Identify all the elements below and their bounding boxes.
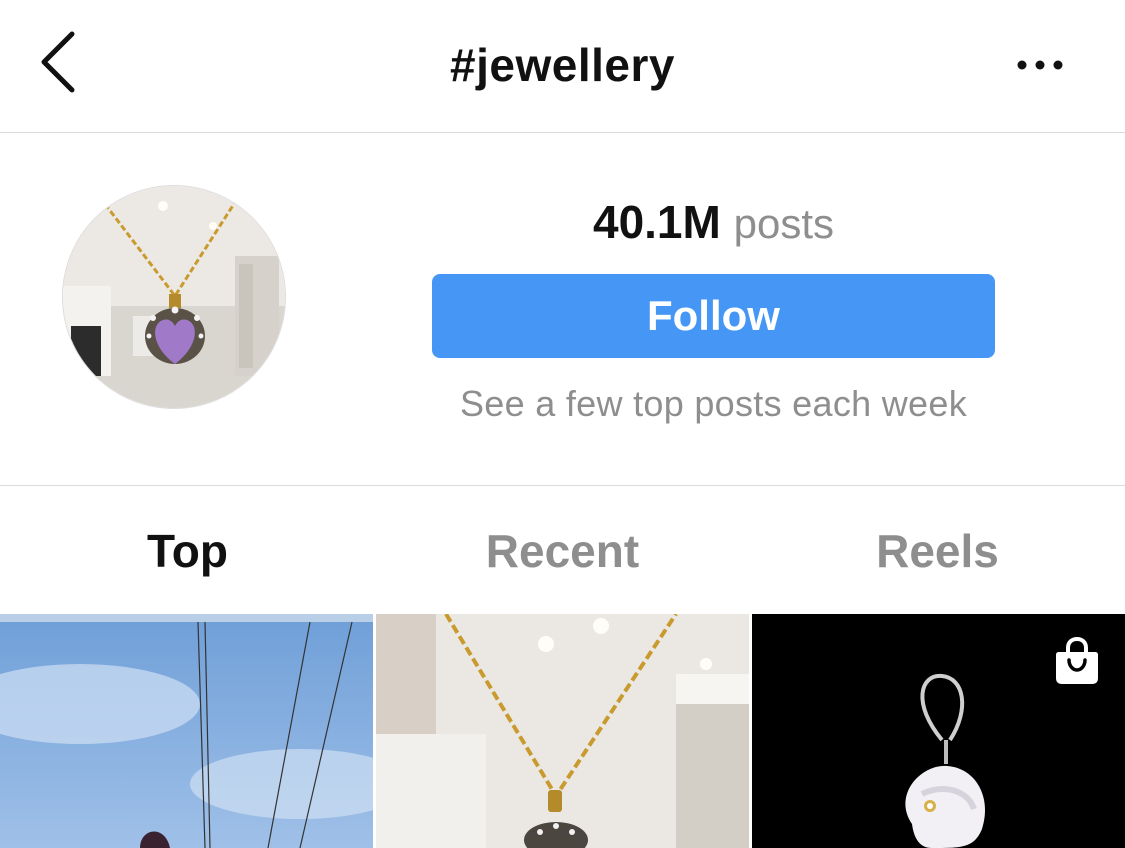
tab-top[interactable]: Top — [0, 524, 375, 578]
post-count: 40.1M — [592, 196, 721, 248]
shopping-bag-icon — [1056, 636, 1098, 684]
follow-description: See a few top posts each week — [459, 383, 967, 424]
post-count-line: 40.1M posts — [432, 195, 995, 249]
post-tile-necklace[interactable] — [376, 614, 749, 848]
post-grid — [0, 614, 1125, 848]
post-count-unit: posts — [733, 200, 835, 247]
more-horizontal-icon — [1017, 60, 1063, 70]
tab-reels[interactable]: Reels — [750, 524, 1125, 578]
page-title: #jewellery — [450, 39, 675, 91]
content-tabs: Top Recent Reels — [0, 486, 1125, 614]
necklace-image — [63, 186, 285, 408]
more-options-button[interactable] — [1005, 45, 1075, 85]
tab-recent[interactable]: Recent — [375, 524, 750, 578]
necklace-photo — [376, 614, 749, 848]
sky-photo — [0, 614, 373, 848]
hashtag-avatar — [62, 185, 286, 409]
follow-button[interactable]: Follow — [432, 274, 995, 358]
post-tile-sky[interactable] — [0, 614, 373, 848]
top-navigation-bar: #jewellery — [0, 0, 1125, 133]
post-tile-earring[interactable] — [752, 614, 1125, 848]
hashtag-header: 40.1M posts Follow See a few top posts e… — [0, 133, 1125, 486]
